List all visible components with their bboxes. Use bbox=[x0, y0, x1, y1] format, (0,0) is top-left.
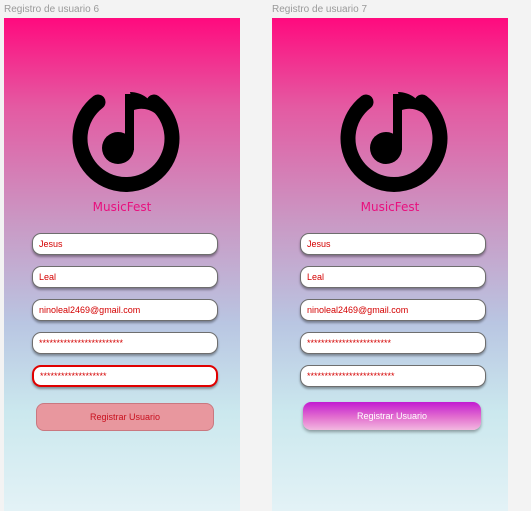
first-name-field[interactable]: Jesus bbox=[300, 233, 486, 255]
app-name: MusicFest bbox=[360, 200, 420, 214]
register-user-button[interactable]: Registrar Usuario bbox=[36, 403, 214, 431]
last-name-field[interactable]: Leal bbox=[32, 266, 218, 288]
email-field[interactable]: ninoleal2469@gmail.com bbox=[300, 299, 486, 321]
app-name: MusicFest bbox=[92, 200, 152, 214]
confirm-password-field[interactable]: ************************* bbox=[300, 365, 486, 387]
registration-screen-6: MusicFest Jesus Leal ninoleal2469@gmail.… bbox=[4, 18, 240, 511]
register-user-button[interactable]: Registrar Usuario bbox=[303, 402, 481, 430]
music-note-power-logo-icon bbox=[340, 92, 448, 192]
last-name-field[interactable]: Leal bbox=[300, 266, 486, 288]
music-note-power-logo-icon bbox=[72, 92, 180, 192]
frame-label: Registro de usuario 6 bbox=[4, 4, 100, 15]
frame-label: Registro de usuario 7 bbox=[272, 4, 368, 15]
confirm-password-field[interactable]: ******************* bbox=[32, 365, 218, 387]
first-name-field[interactable]: Jesus bbox=[32, 233, 218, 255]
registration-screen-7: MusicFest Jesus Leal ninoleal2469@gmail.… bbox=[272, 18, 508, 511]
password-field[interactable]: ************************ bbox=[32, 332, 218, 354]
email-field[interactable]: ninoleal2469@gmail.com bbox=[32, 299, 218, 321]
password-field[interactable]: ************************ bbox=[300, 332, 486, 354]
